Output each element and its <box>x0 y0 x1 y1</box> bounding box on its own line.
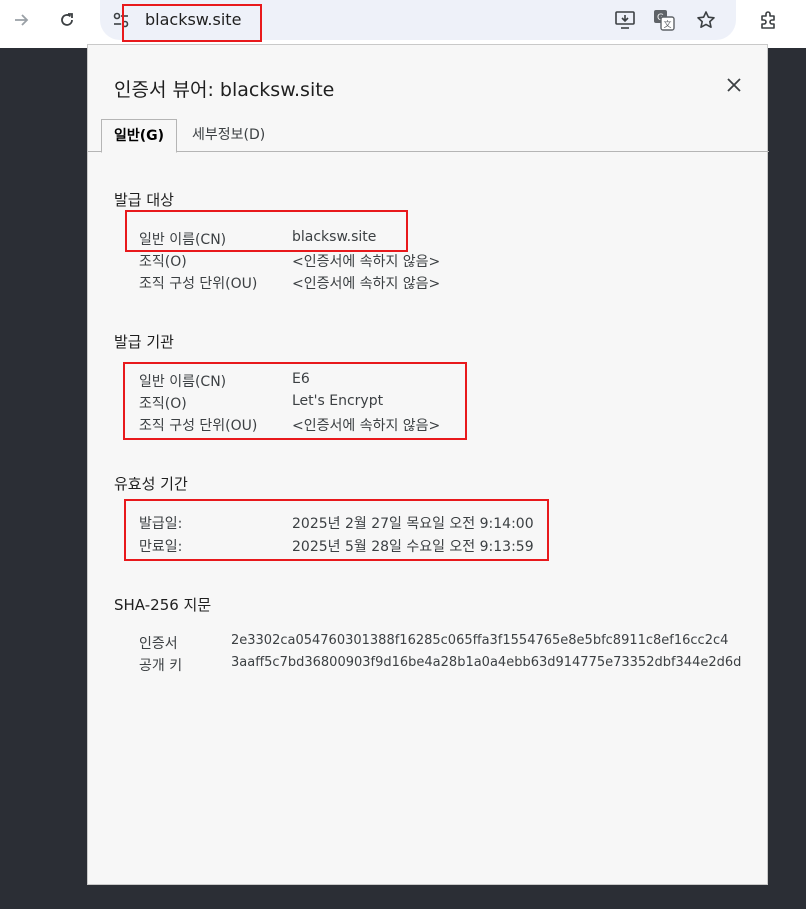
tab-details[interactable]: 세부정보(D) <box>180 119 277 151</box>
browser-toolbar: blacksw.site G文 <box>0 0 806 48</box>
issued-to-title: 발급 대상 <box>114 191 174 209</box>
svg-text:文: 文 <box>664 19 672 29</box>
issued-by-o-row: 조직(O) Let's Encrypt <box>139 393 383 413</box>
row-value: Let's Encrypt <box>292 393 384 409</box>
translate-icon[interactable]: G文 <box>652 8 676 32</box>
fingerprint-cert-row: 인증서 2e3302ca054760301388f16285c065ffa3f1… <box>139 633 728 653</box>
issued-to-cn-row: 일반 이름(CN) blacksw.site <box>139 229 376 249</box>
url-text[interactable]: blacksw.site <box>145 10 241 29</box>
row-label: 만료일: <box>139 539 183 555</box>
validity-issued-row: 발급일: 2025년 2월 27일 목요일 오전 9:14:00 <box>139 513 534 533</box>
row-value: blacksw.site <box>292 229 377 245</box>
close-icon[interactable] <box>722 73 746 97</box>
certificate-viewer-dialog: 인증서 뷰어: blacksw.site 일반(G) 세부정보(D) 발급 대상… <box>87 44 769 885</box>
validity-expires-row: 만료일: 2025년 5월 28일 수요일 오전 9:13:59 <box>139 536 534 556</box>
reload-icon[interactable] <box>53 6 81 34</box>
tab-general[interactable]: 일반(G) <box>101 119 178 153</box>
dialog-title: 인증서 뷰어: blacksw.site <box>114 79 335 101</box>
row-label: 공개 키 <box>139 658 183 674</box>
row-value: 3aaff5c7bd36800903f9d16be4a28b1a0a4ebb63… <box>231 655 742 670</box>
issued-by-title: 발급 기관 <box>114 333 174 351</box>
install-app-icon[interactable] <box>613 8 637 32</box>
issued-to-ou-row: 조직 구성 단위(OU) <인증서에 속하지 않음> <box>139 273 440 293</box>
omnibox[interactable]: blacksw.site G文 <box>100 0 736 40</box>
row-value: <인증서에 속하지 않음> <box>292 418 441 434</box>
row-label: 인증서 <box>139 636 178 652</box>
row-value: <인증서에 속하지 않음> <box>292 276 441 292</box>
fingerprints-title: SHA-256 지문 <box>114 596 212 614</box>
row-value: 2e3302ca054760301388f16285c065ffa3f15547… <box>231 633 729 648</box>
row-value: <인증서에 속하지 않음> <box>292 254 441 270</box>
row-label: 조직 구성 단위(OU) <box>139 276 258 292</box>
validity-title: 유효성 기간 <box>114 475 188 493</box>
issued-by-cn-row: 일반 이름(CN) E6 <box>139 371 310 391</box>
fingerprint-pubkey-row: 공개 키 3aaff5c7bd36800903f9d16be4a28b1a0a4… <box>139 655 741 675</box>
row-value: 2025년 2월 27일 목요일 오전 9:14:00 <box>292 516 534 532</box>
row-label: 일반 이름(CN) <box>139 374 227 390</box>
row-label: 일반 이름(CN) <box>139 232 227 248</box>
issued-to-o-row: 조직(O) <인증서에 속하지 않음> <box>139 251 440 271</box>
row-value: 2025년 5월 28일 수요일 오전 9:13:59 <box>292 539 534 555</box>
row-value: E6 <box>292 371 310 387</box>
extensions-icon[interactable] <box>756 8 782 34</box>
tab-bar: 일반(G) 세부정보(D) <box>88 118 769 153</box>
row-label: 조직 구성 단위(OU) <box>139 418 258 434</box>
issued-by-ou-row: 조직 구성 단위(OU) <인증서에 속하지 않음> <box>139 415 440 435</box>
row-label: 조직(O) <box>139 254 187 270</box>
row-label: 조직(O) <box>139 396 187 412</box>
row-label: 발급일: <box>139 516 183 532</box>
bookmark-star-icon[interactable] <box>694 8 718 32</box>
site-info-icon[interactable] <box>110 9 132 31</box>
forward-icon[interactable] <box>8 6 36 34</box>
